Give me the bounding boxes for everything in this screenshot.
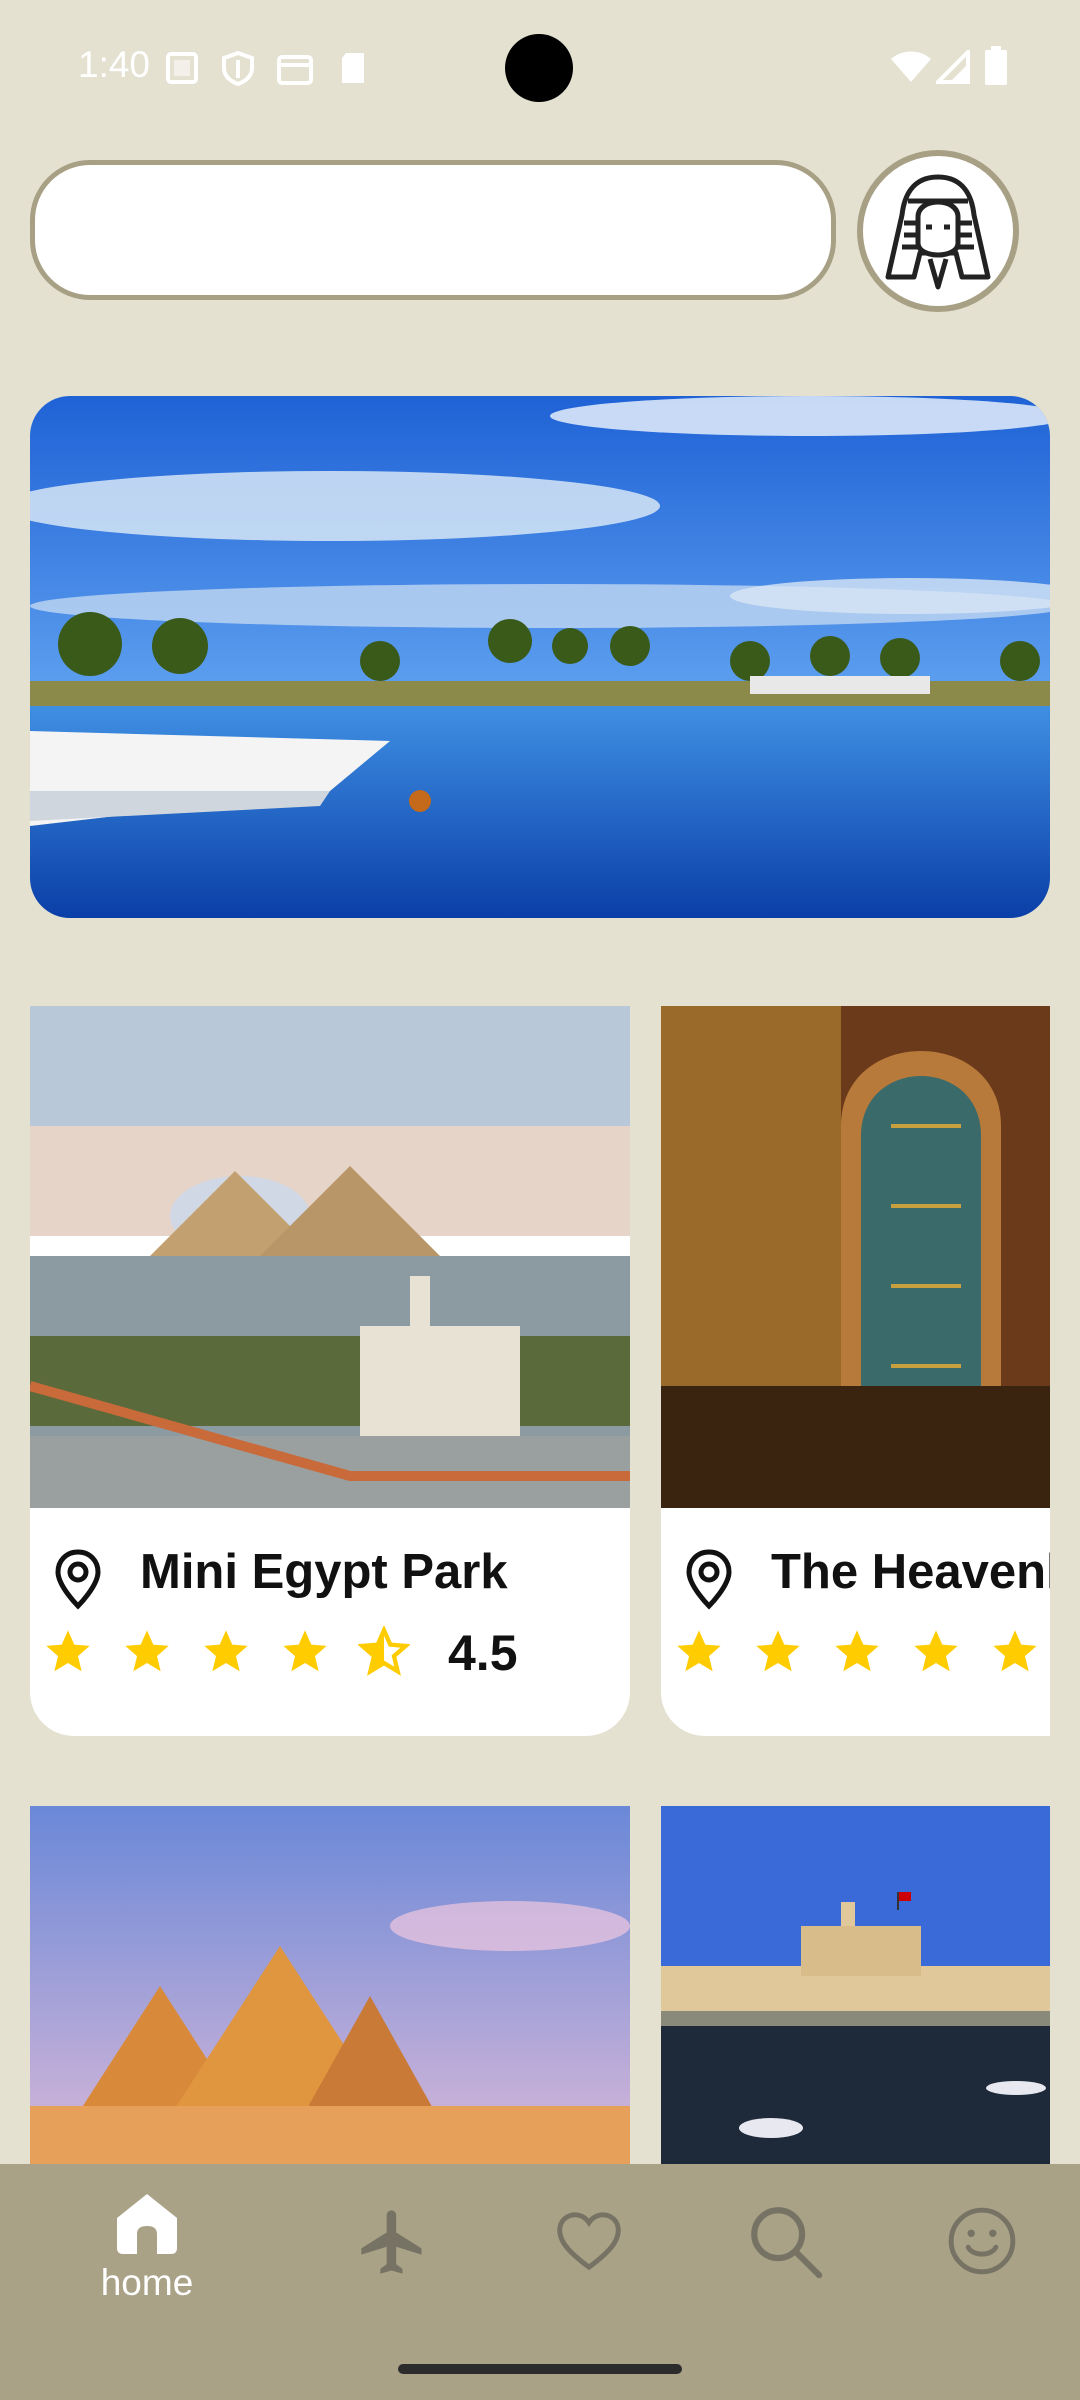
smiley-icon	[948, 2207, 1016, 2275]
location-pin-icon	[686, 1549, 732, 1610]
nav-trips[interactable]	[333, 2190, 453, 2320]
search-icon	[751, 2207, 823, 2279]
location-pin-icon	[55, 1549, 101, 1610]
star-rating	[673, 1626, 1041, 1678]
status-bar: 1:40	[0, 0, 1080, 136]
search-input[interactable]	[30, 160, 836, 300]
nav-home-label: home	[100, 2262, 194, 2303]
star-rating	[42, 1626, 410, 1678]
home-icon	[117, 2194, 177, 2254]
gesture-handle[interactable]	[398, 2364, 682, 2374]
card-title: Mini Egypt Park	[140, 1545, 508, 1599]
star-icon	[756, 1630, 800, 1672]
airplane-icon	[361, 2210, 422, 2274]
pharaoh-icon	[885, 174, 991, 290]
star-icon	[914, 1630, 958, 1672]
attraction-image	[661, 1806, 1050, 2164]
nav-favorites[interactable]	[529, 2190, 649, 2320]
card-clip: The Heavenly Church	[661, 1006, 1050, 1736]
wifi-icon	[891, 51, 931, 82]
star-icon	[46, 1630, 90, 1672]
battery-icon	[985, 46, 1007, 85]
screenshot-icon	[166, 52, 198, 84]
hero-banner[interactable]	[30, 396, 1050, 918]
attraction-card[interactable]	[30, 1806, 630, 2164]
star-icon	[204, 1630, 248, 1672]
star-icon	[993, 1630, 1037, 1672]
star-icon	[835, 1630, 879, 1672]
star-icon	[283, 1630, 327, 1672]
shield-icon	[222, 50, 254, 86]
attraction-image	[30, 1806, 630, 2164]
nav-home[interactable]: home	[87, 2190, 207, 2320]
heart-icon	[557, 2212, 621, 2271]
camera-cutout	[505, 34, 573, 102]
nav-search[interactable]	[725, 2190, 845, 2320]
attraction-card[interactable]: Mini Egypt Park 4.5	[30, 1006, 630, 1736]
hero-image	[30, 396, 1050, 918]
profile-avatar[interactable]	[857, 150, 1019, 312]
attraction-card[interactable]: The Heavenly Church	[661, 1006, 1050, 1736]
signal-icon	[936, 50, 970, 84]
nav-profile[interactable]	[922, 2190, 1042, 2320]
card-title: The Heavenly Church	[771, 1545, 1050, 1599]
status-time: 1:40	[78, 44, 151, 85]
star-icon	[125, 1630, 169, 1672]
half-star-icon	[358, 1626, 410, 1676]
rating-value: 4.5	[448, 1625, 518, 1681]
attraction-image	[30, 1006, 630, 1508]
star-icon	[677, 1630, 721, 1672]
calendar-icon	[277, 55, 313, 85]
sd-card-icon	[342, 53, 364, 83]
attraction-card[interactable]	[661, 1806, 1050, 2164]
attraction-image	[661, 1006, 1050, 1508]
